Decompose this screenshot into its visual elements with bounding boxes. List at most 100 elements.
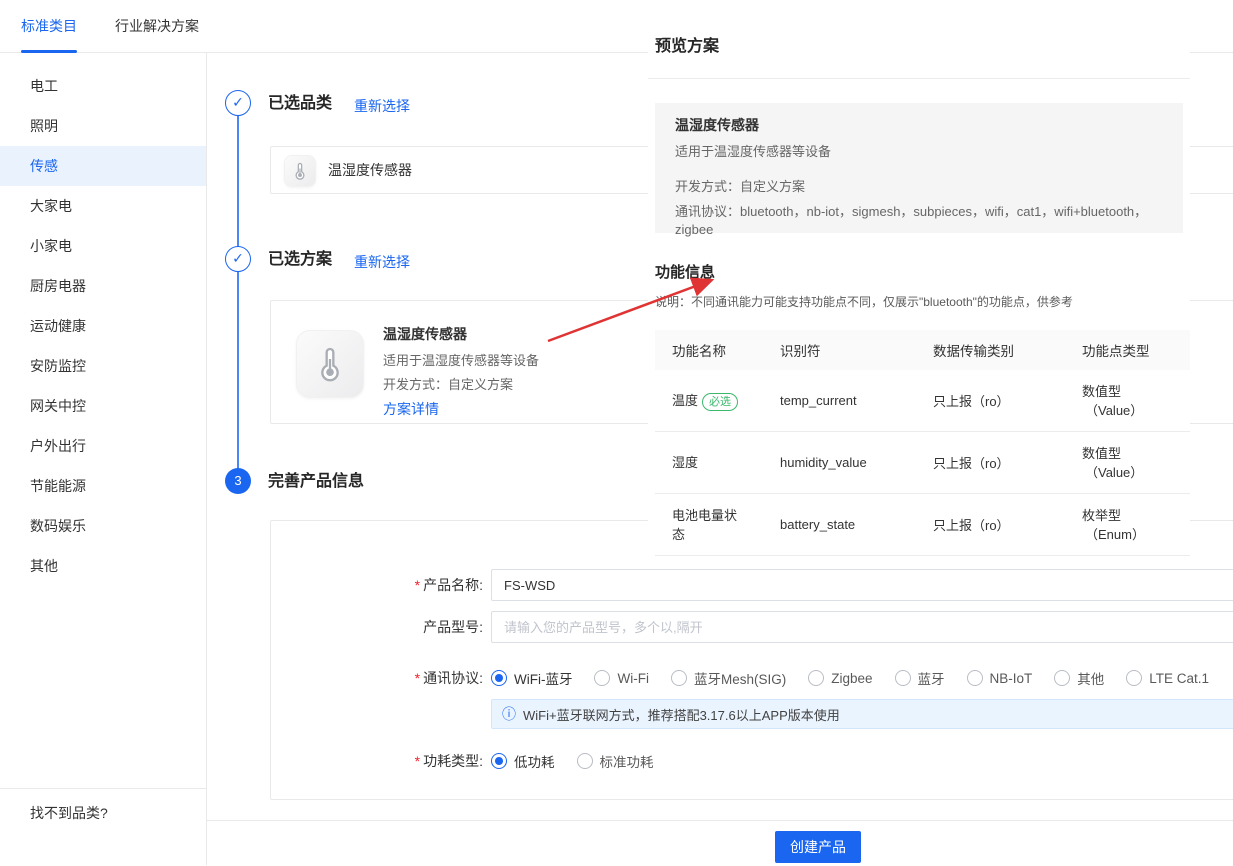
thermometer-icon <box>296 330 364 398</box>
cell-dp-type: 数值型（Value） <box>1082 444 1190 482</box>
thermometer-icon <box>284 155 316 187</box>
power-type-row: *功耗类型: 低功耗 标准功耗 <box>271 745 1233 777</box>
solution-name: 温湿度传感器 <box>383 324 539 344</box>
sidebar-item-kitchen[interactable]: 厨房电器 <box>0 266 206 306</box>
cell-function-name: 湿度 <box>672 453 746 472</box>
sidebar-item-electrical[interactable]: 电工 <box>0 66 206 106</box>
solution-detail-link[interactable]: 方案详情 <box>383 397 439 421</box>
power-type-label: *功耗类型: <box>271 745 483 777</box>
header-dp-type: 功能点类型 <box>1082 340 1190 360</box>
solution-desc: 适用于温湿度传感器等设备 <box>383 349 539 373</box>
product-model-input[interactable] <box>491 611 1233 643</box>
required-asterisk: * <box>415 753 420 769</box>
sidebar-item-health[interactable]: 运动健康 <box>0 306 206 346</box>
step3-title: 完善产品信息 <box>268 471 364 493</box>
function-info-note: 说明：不同通讯能力可能支持功能点不同，仅展示"bluetooth"的功能点，供参… <box>655 293 1073 310</box>
radio-icon <box>1126 670 1142 686</box>
radio-icon <box>967 670 983 686</box>
preview-panel-title: 预览方案 <box>655 32 719 56</box>
info-icon: ⓘ <box>502 704 516 724</box>
function-table-header: 功能名称 识别符 数据传输类别 功能点类型 <box>655 330 1190 370</box>
required-asterisk: * <box>415 670 420 686</box>
sidebar-item-lighting[interactable]: 照明 <box>0 106 206 146</box>
radio-icon <box>594 670 610 686</box>
cannot-find-category-link[interactable]: 找不到品类? <box>0 788 206 823</box>
product-model-label: 产品型号: <box>271 611 483 643</box>
product-name-row: *产品名称: <box>271 569 1233 601</box>
sidebar-item-large-appliance[interactable]: 大家电 <box>0 186 206 226</box>
step2-title: 已选方案 <box>268 249 332 271</box>
cell-transfer: 只上报（ro） <box>933 453 1082 472</box>
protocol-option-other[interactable]: 其他 <box>1054 668 1104 688</box>
product-info-form: *产品名称: 产品型号: *通讯协议: WiFi-蓝牙 Wi-Fi 蓝牙Mesh… <box>270 520 1233 800</box>
tab-standard-category[interactable]: 标准类目 <box>21 0 77 52</box>
step1-reselect-link[interactable]: 重新选择 <box>354 96 410 116</box>
step1-check-icon: ✓ <box>225 90 251 116</box>
radio-icon <box>895 670 911 686</box>
protocol-option-wifi[interactable]: Wi-Fi <box>594 670 648 686</box>
protocol-option-ble-mesh[interactable]: 蓝牙Mesh(SIG) <box>671 668 786 688</box>
required-badge: 必选 <box>702 393 738 411</box>
sidebar-item-small-appliance[interactable]: 小家电 <box>0 226 206 266</box>
protocol-radio-group: WiFi-蓝牙 Wi-Fi 蓝牙Mesh(SIG) Zigbee 蓝牙 NB-I… <box>491 662 1231 694</box>
table-row: 湿度 humidity_value 只上报（ro） 数值型（Value） <box>655 432 1190 494</box>
selected-category-name: 温湿度传感器 <box>328 147 412 193</box>
step3-number: 3 <box>225 468 251 494</box>
radio-checked-icon <box>491 753 507 769</box>
protocol-label: *通讯协议: <box>271 662 483 694</box>
sidebar-item-other[interactable]: 其他 <box>0 546 206 586</box>
solution-info: 温湿度传感器 适用于温湿度传感器等设备 开发方式：自定义方案 方案详情 <box>383 324 539 421</box>
step-connector-line <box>237 103 239 481</box>
panel-divider <box>648 78 1190 79</box>
step1-title: 已选品类 <box>268 93 332 115</box>
cell-function-name: 温度必选 <box>672 391 746 411</box>
summary-dev-mode: 开发方式：自定义方案 <box>675 178 1163 196</box>
cell-identifier: humidity_value <box>780 455 933 470</box>
sidebar-item-gateway[interactable]: 网关中控 <box>0 386 206 426</box>
sidebar-item-energy[interactable]: 节能能源 <box>0 466 206 506</box>
cell-identifier: temp_current <box>780 393 933 408</box>
category-sidebar: 电工 照明 传感 大家电 小家电 厨房电器 运动健康 安防监控 网关中控 户外出… <box>0 53 207 865</box>
sidebar-item-sensor[interactable]: 传感 <box>0 146 206 186</box>
function-info-title: 功能信息 <box>655 261 715 282</box>
power-option-standard[interactable]: 标准功耗 <box>577 751 654 771</box>
preview-solution-panel: 预览方案 温湿度传感器 适用于温湿度传感器等设备 开发方式：自定义方案 通讯协议… <box>648 0 1190 557</box>
required-asterisk: * <box>415 577 420 593</box>
product-model-row: 产品型号: <box>271 611 1233 643</box>
cell-transfer: 只上报（ro） <box>933 515 1082 534</box>
power-option-low[interactable]: 低功耗 <box>491 751 555 771</box>
protocol-option-lte-cat1[interactable]: LTE Cat.1 <box>1126 670 1209 686</box>
protocol-option-zigbee[interactable]: Zigbee <box>808 670 872 686</box>
summary-desc: 适用于温湿度传感器等设备 <box>675 143 1163 161</box>
step2-reselect-link[interactable]: 重新选择 <box>354 252 410 272</box>
tab-industry-solution[interactable]: 行业解决方案 <box>115 0 199 52</box>
footer-action-bar: 创建产品 <box>207 820 1233 866</box>
header-function-name: 功能名称 <box>672 340 780 360</box>
sidebar-item-entertainment[interactable]: 数码娱乐 <box>0 506 206 546</box>
cell-transfer: 只上报（ro） <box>933 391 1082 410</box>
header-transfer-type: 数据传输类别 <box>933 340 1082 360</box>
table-row: 温度必选 temp_current 只上报（ro） 数值型（Value） <box>655 370 1190 432</box>
protocol-option-nbiot[interactable]: NB-IoT <box>967 670 1033 686</box>
create-product-button[interactable]: 创建产品 <box>775 831 861 863</box>
sidebar-item-outdoor[interactable]: 户外出行 <box>0 426 206 466</box>
power-radio-group: 低功耗 标准功耗 <box>491 745 676 777</box>
product-name-label: *产品名称: <box>271 569 483 601</box>
protocol-note-text: WiFi+蓝牙联网方式，推荐搭配3.17.6以上APP版本使用 <box>523 705 840 724</box>
protocol-info-note: ⓘ WiFi+蓝牙联网方式，推荐搭配3.17.6以上APP版本使用 <box>491 699 1233 729</box>
sidebar-item-security[interactable]: 安防监控 <box>0 346 206 386</box>
radio-icon <box>671 670 687 686</box>
product-name-input[interactable] <box>491 569 1233 601</box>
radio-icon <box>1054 670 1070 686</box>
radio-icon <box>808 670 824 686</box>
category-list: 电工 照明 传感 大家电 小家电 厨房电器 运动健康 安防监控 网关中控 户外出… <box>0 53 206 586</box>
table-row: 电池电量状态 battery_state 只上报（ro） 枚举型（Enum） <box>655 494 1190 556</box>
protocol-option-wifi-ble[interactable]: WiFi-蓝牙 <box>491 668 572 688</box>
protocol-row: *通讯协议: WiFi-蓝牙 Wi-Fi 蓝牙Mesh(SIG) Zigbee … <box>271 662 1233 694</box>
protocol-option-ble[interactable]: 蓝牙 <box>895 668 945 688</box>
radio-checked-icon <box>491 670 507 686</box>
summary-protocols: 通讯协议：bluetooth，nb-iot，sigmesh，subpieces，… <box>675 203 1163 239</box>
cell-dp-type: 枚举型（Enum） <box>1082 506 1190 544</box>
cell-dp-type: 数值型（Value） <box>1082 382 1190 420</box>
function-table: 功能名称 识别符 数据传输类别 功能点类型 温度必选 temp_current … <box>655 330 1190 556</box>
